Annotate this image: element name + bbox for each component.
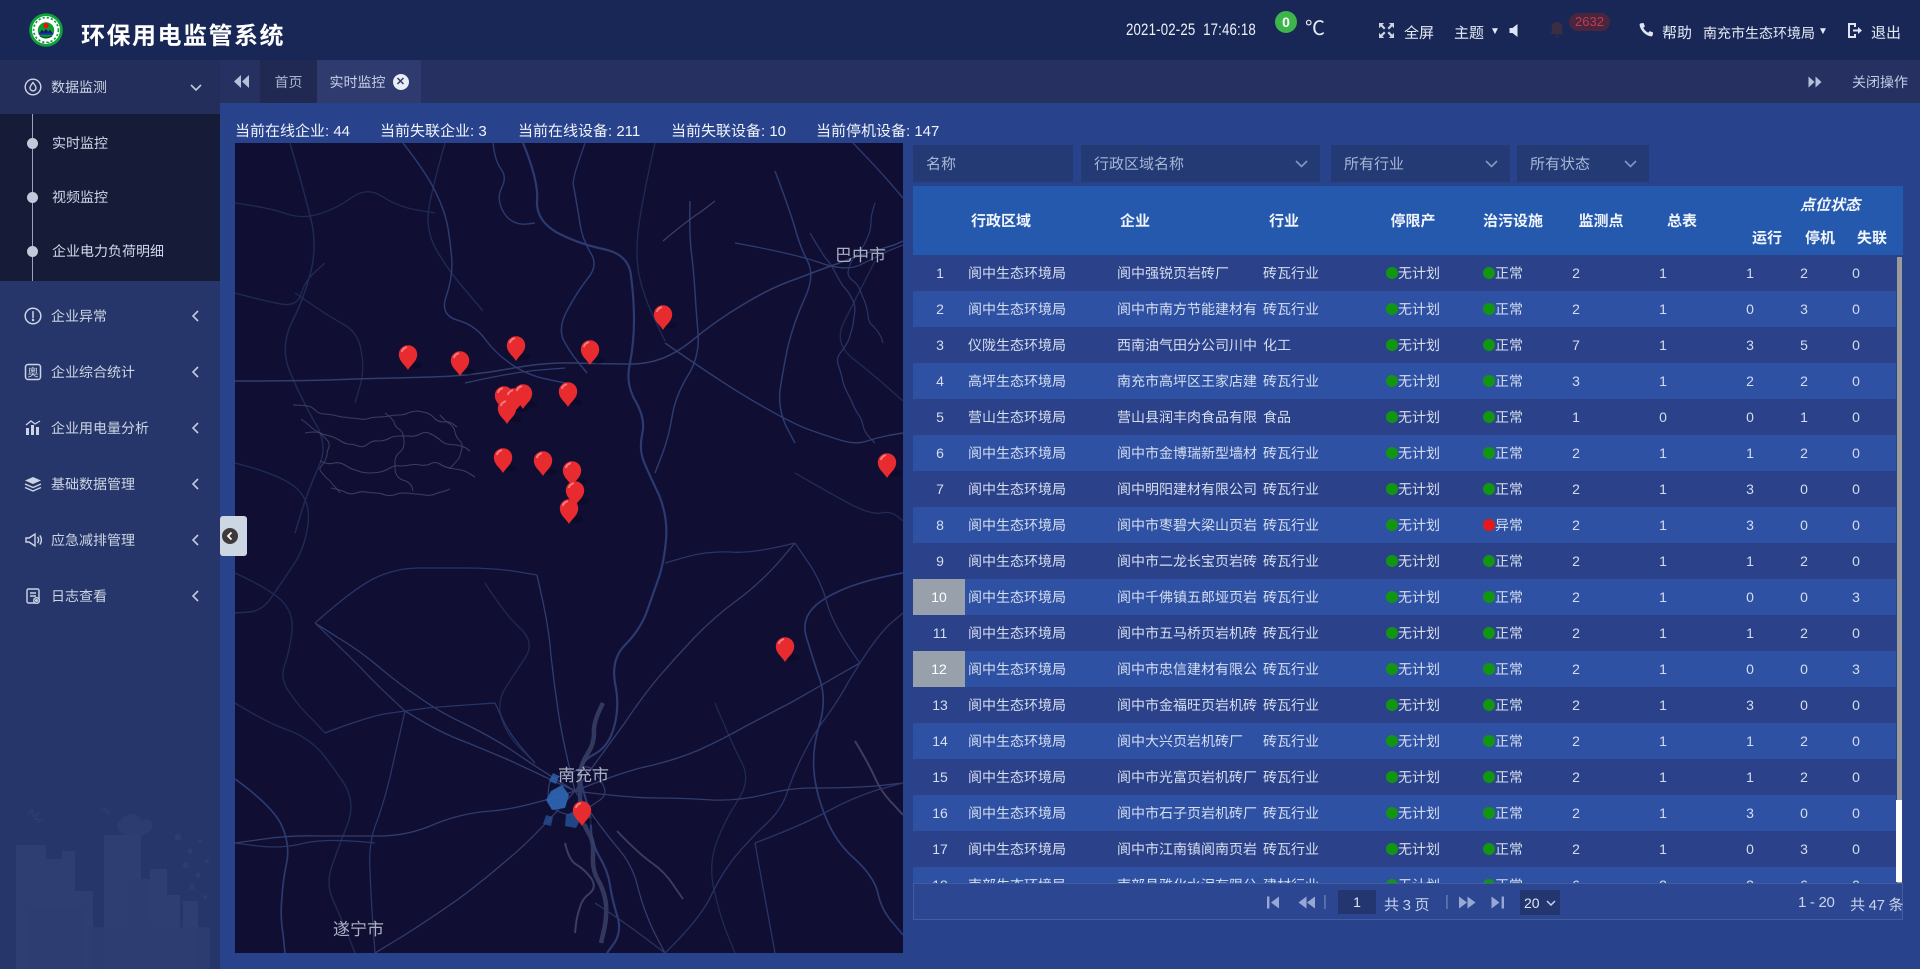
svg-text:巴中市: 巴中市 (835, 246, 886, 265)
svg-text:奥: 奥 (28, 364, 39, 380)
svg-text:遂宁市: 遂宁市 (333, 920, 384, 939)
svg-text:南充市: 南充市 (558, 766, 609, 785)
